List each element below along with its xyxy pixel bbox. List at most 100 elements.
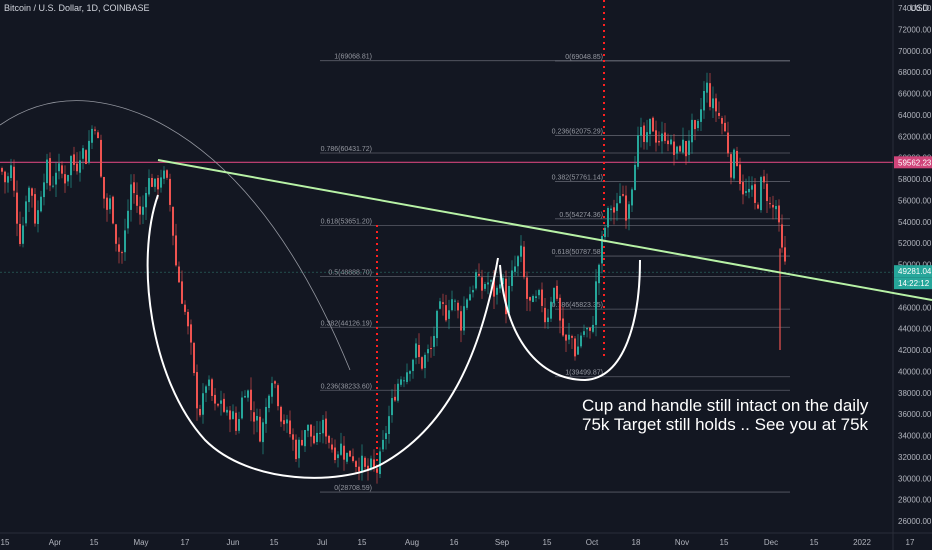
candle-body bbox=[625, 195, 627, 221]
candle-body bbox=[670, 139, 672, 145]
candle-body bbox=[424, 354, 426, 369]
candle-body bbox=[157, 178, 159, 190]
candle-body bbox=[292, 434, 294, 440]
candle-body bbox=[1, 168, 3, 172]
candle-body bbox=[55, 172, 57, 185]
candle-body bbox=[454, 300, 456, 302]
candle-body bbox=[550, 301, 552, 319]
candle-body bbox=[682, 139, 684, 153]
candle-body bbox=[676, 146, 678, 154]
candle-body bbox=[58, 163, 60, 172]
candle-body bbox=[556, 285, 558, 299]
fib-level-label: 0.5(48888.70) bbox=[328, 269, 372, 276]
fib-level-label: 0.382(57761.14) bbox=[552, 175, 603, 182]
candle-body bbox=[712, 98, 714, 109]
candle-body bbox=[679, 146, 681, 152]
candle-body bbox=[394, 396, 396, 401]
candle-body bbox=[547, 317, 549, 322]
candle-body bbox=[472, 290, 474, 293]
candle-body bbox=[658, 140, 660, 143]
candle-body bbox=[148, 178, 150, 195]
candle-body bbox=[262, 422, 264, 443]
y-tick-label: 34000.00 bbox=[898, 432, 932, 441]
candle-body bbox=[124, 230, 126, 253]
candle-body bbox=[76, 163, 78, 172]
candle-body bbox=[451, 299, 453, 311]
y-tick-label: 38000.00 bbox=[898, 389, 932, 398]
candle-body bbox=[121, 252, 123, 254]
candle-body bbox=[406, 372, 408, 382]
y-tick-label: 46000.00 bbox=[898, 303, 932, 312]
candle-body bbox=[745, 191, 747, 193]
candle-body bbox=[220, 400, 222, 404]
y-tick-label: 30000.00 bbox=[898, 474, 932, 483]
candle-body bbox=[274, 381, 276, 384]
candle-body bbox=[391, 398, 393, 416]
x-tick-label: 15 bbox=[1, 538, 10, 547]
candle-body bbox=[730, 154, 732, 178]
candle-body bbox=[727, 132, 729, 154]
candle-body bbox=[115, 224, 117, 244]
candle-body bbox=[742, 182, 744, 195]
y-tick-label: 62000.00 bbox=[898, 132, 932, 141]
x-tick-label: Dec bbox=[764, 538, 778, 547]
candle-body bbox=[217, 404, 219, 406]
candle-body bbox=[343, 445, 345, 460]
y-tick-label: 54000.00 bbox=[898, 218, 932, 227]
candle-body bbox=[355, 461, 357, 467]
candle-body bbox=[349, 450, 351, 457]
candle-body bbox=[238, 419, 240, 431]
y-tick-label: 32000.00 bbox=[898, 453, 932, 462]
candle-body bbox=[529, 297, 531, 301]
price-chart[interactable]: 26000.00 28000.00 30000.00 32000.00 34000.00… bbox=[0, 0, 932, 550]
candle-body bbox=[376, 468, 378, 472]
candle-body bbox=[607, 208, 609, 228]
candle-body bbox=[577, 346, 579, 355]
x-tick-label: 15 bbox=[720, 538, 729, 547]
candle-body bbox=[205, 386, 207, 393]
currency-label: USD bbox=[909, 3, 929, 13]
candle-body bbox=[661, 133, 663, 142]
candle-body bbox=[181, 281, 183, 304]
x-tick-label: 17 bbox=[181, 538, 190, 547]
candle-body bbox=[649, 118, 651, 135]
candle-body bbox=[328, 435, 330, 443]
candle-body bbox=[10, 165, 12, 179]
candle-body bbox=[172, 206, 174, 236]
candle-body bbox=[286, 419, 288, 424]
candle-body bbox=[619, 195, 621, 204]
y-tick-label: 40000.00 bbox=[898, 367, 932, 376]
y-tick-label: 72000.00 bbox=[898, 25, 932, 34]
candle-body bbox=[706, 82, 708, 93]
candle-body bbox=[310, 424, 312, 437]
candle-body bbox=[358, 466, 360, 472]
candle-body bbox=[418, 344, 420, 358]
candle-body bbox=[439, 301, 441, 309]
candle-body bbox=[250, 389, 252, 411]
candle-body bbox=[532, 295, 534, 302]
candle-body bbox=[49, 158, 51, 186]
candle-body bbox=[256, 415, 258, 421]
candle-body bbox=[70, 155, 72, 176]
candle-body bbox=[163, 170, 165, 179]
candle-body bbox=[67, 174, 69, 182]
fib-level-label: 0.236(38233.60) bbox=[321, 383, 372, 390]
candle-body bbox=[337, 454, 339, 459]
candle-body bbox=[130, 184, 132, 210]
candle-body bbox=[166, 170, 168, 178]
candle-body bbox=[271, 383, 273, 397]
candle-body bbox=[667, 140, 669, 145]
price-badge-label: 49281.04 bbox=[898, 267, 932, 276]
candle-body bbox=[190, 324, 192, 343]
candle-body bbox=[112, 196, 114, 224]
x-tick-label: 17 bbox=[906, 538, 915, 547]
candle-body bbox=[481, 277, 483, 291]
candle-body bbox=[133, 182, 135, 194]
candle-body bbox=[724, 122, 726, 132]
candle-body bbox=[334, 447, 336, 461]
candle-body bbox=[571, 335, 573, 338]
candle-body bbox=[622, 194, 624, 196]
candle-body bbox=[79, 160, 81, 173]
candle-body bbox=[118, 244, 120, 252]
candle-body bbox=[100, 139, 102, 177]
